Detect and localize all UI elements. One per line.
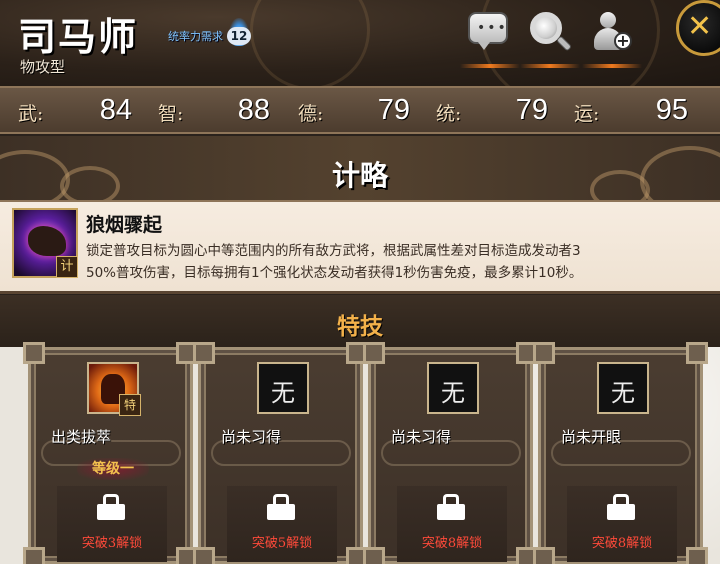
strategy-badge: 计 bbox=[56, 256, 78, 278]
skill-name: 尚未开眼 bbox=[561, 428, 622, 446]
chat-button[interactable]: ••• bbox=[460, 12, 520, 68]
strategy-icon[interactable]: 计 bbox=[12, 208, 78, 278]
unlock-requirement: 突破3解锁 bbox=[81, 536, 143, 551]
strategy-description-line1: 锁定普攻目标为圆心中等范围内的所有敌方武将，根据武属性差对目标造成发动者3 bbox=[86, 243, 581, 259]
hero-header: 司马师 物攻型 统率力需求 12 ••• + ✕ bbox=[0, 0, 720, 86]
add-friend-button-underline bbox=[582, 64, 642, 68]
search-button[interactable] bbox=[520, 12, 580, 68]
stat-label-intelligence: 智: bbox=[158, 103, 184, 125]
hero-name: 司马师 bbox=[18, 14, 139, 59]
skill-name: 出类拔萃 bbox=[51, 428, 112, 446]
skill-icon[interactable]: 特 bbox=[87, 362, 141, 416]
strategy-name: 狼烟骤起 bbox=[86, 214, 163, 236]
lock-icon bbox=[437, 494, 465, 520]
skill-card-4[interactable]: 无 尚未开眼 突破8解锁 bbox=[533, 342, 708, 564]
skill-level: 等级一 bbox=[77, 458, 149, 480]
skill-icon[interactable]: 无 bbox=[257, 362, 309, 414]
command-requirement-label: 统率力需求 bbox=[168, 30, 223, 43]
stat-value-virtue: 79 bbox=[377, 94, 410, 126]
stats-bar: 武: 84 智: 88 德: 79 统: 79 运: 95 bbox=[0, 86, 720, 134]
unlock-requirement: 突破8解锁 bbox=[421, 536, 483, 551]
hero-type: 物攻型 bbox=[20, 58, 66, 76]
skill-card-2[interactable]: 无 尚未习得 突破5解锁 bbox=[193, 342, 368, 564]
skill-name: 尚未习得 bbox=[391, 428, 452, 446]
decor-swirl bbox=[250, 0, 370, 86]
skill-badge: 特 bbox=[119, 394, 141, 416]
skill-card-1[interactable]: 特 出类拔萃 等级一 突破3解锁 bbox=[23, 342, 198, 564]
chat-button-underline bbox=[460, 64, 520, 68]
unlock-box: 突破5解锁 bbox=[227, 486, 337, 562]
stat-label-luck: 运: bbox=[574, 103, 600, 125]
empty-skill-icon: 无 bbox=[441, 379, 465, 407]
skills-section: 特技 特 出类拔萃 等级一 突破3解锁 无 尚未习得 突破5解锁 无 尚未习得 … bbox=[0, 295, 720, 564]
skill-icon[interactable]: 无 bbox=[427, 362, 479, 414]
lock-icon bbox=[267, 494, 295, 520]
strategy-header: 计略 bbox=[0, 136, 720, 202]
unlock-box: 突破8解锁 bbox=[397, 486, 507, 562]
strategy-description-line2: 50%普攻伤害，目标每拥有1个强化状态发动者获得1秒伤害免疫，最多累计10秒。 bbox=[86, 265, 583, 281]
unlock-requirement: 突破8解锁 bbox=[591, 536, 653, 551]
close-button[interactable]: ✕ bbox=[676, 0, 720, 56]
unlock-box: 突破8解锁 bbox=[567, 486, 677, 562]
strategy-description: 锁定普攻目标为圆心中等范围内的所有敌方武将，根据武属性差对目标造成发动者3 50… bbox=[86, 240, 720, 284]
wolf-beast-icon bbox=[28, 226, 66, 256]
empty-skill-icon: 无 bbox=[271, 379, 295, 407]
stat-value-intelligence: 88 bbox=[237, 94, 270, 126]
command-requirement: 统率力需求 12 bbox=[168, 18, 251, 48]
stat-label-command: 统: bbox=[436, 103, 462, 125]
skills-header: 特技 bbox=[0, 295, 720, 347]
stat-label-virtue: 德: bbox=[298, 103, 324, 125]
add-friend-icon bbox=[600, 12, 616, 28]
skills-section-title: 特技 bbox=[337, 313, 383, 340]
skill-name: 尚未习得 bbox=[221, 428, 282, 446]
stat-value-luck: 95 bbox=[655, 94, 688, 126]
lock-icon bbox=[607, 494, 635, 520]
unlock-box: 突破3解锁 bbox=[57, 486, 167, 562]
close-icon: ✕ bbox=[687, 9, 713, 44]
strategy-section-title: 计略 bbox=[331, 159, 388, 192]
stat-value-command: 79 bbox=[515, 94, 548, 126]
stat-label-force: 武: bbox=[18, 103, 44, 125]
search-button-underline bbox=[520, 64, 580, 68]
lock-icon bbox=[97, 494, 125, 520]
add-friend-button[interactable]: + bbox=[582, 12, 642, 68]
unlock-requirement: 突破5解锁 bbox=[251, 536, 313, 551]
command-requirement-value: 12 bbox=[227, 27, 251, 45]
empty-skill-icon: 无 bbox=[611, 379, 635, 407]
command-requirement-badge: 12 bbox=[227, 18, 251, 48]
strategy-panel: 计 狼烟骤起 锁定普攻目标为圆心中等范围内的所有敌方武将，根据武属性差对目标造成… bbox=[0, 202, 720, 294]
skill-icon[interactable]: 无 bbox=[597, 362, 649, 414]
skill-card-3[interactable]: 无 尚未习得 突破8解锁 bbox=[363, 342, 538, 564]
stat-value-force: 84 bbox=[99, 94, 132, 126]
